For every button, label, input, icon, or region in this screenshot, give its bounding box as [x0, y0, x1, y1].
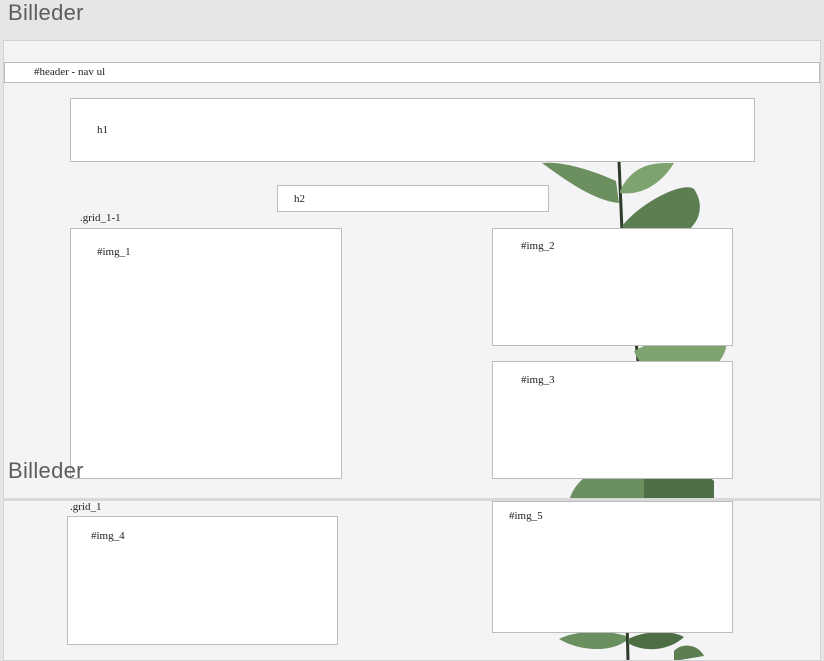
- img-3-label: #img_3: [521, 374, 555, 386]
- img-2-label: #img_2: [521, 240, 555, 252]
- img-1-box[interactable]: #img_1: [70, 228, 342, 479]
- artboard-title: Billeder: [8, 0, 84, 25]
- grid-label-2: .grid_1: [70, 501, 102, 513]
- artboard-billeder-1[interactable]: #header - nav ul h1 h2 .grid_1-1 #img_1 …: [3, 40, 821, 500]
- img-1-label: #img_1: [97, 246, 131, 258]
- header-nav-box[interactable]: #header - nav ul: [4, 62, 820, 83]
- artboard-billeder-2[interactable]: .grid_1 #img_4 #img_5: [3, 501, 821, 661]
- h2-box[interactable]: h2: [277, 185, 549, 212]
- h1-label: h1: [97, 124, 108, 136]
- grid-label: .grid_1-1: [80, 212, 121, 224]
- header-nav-label: #header - nav ul: [34, 66, 106, 78]
- h1-box[interactable]: h1: [70, 98, 755, 162]
- artboard-title-2: Billeder: [8, 458, 84, 483]
- img-4-label: #img_4: [91, 530, 125, 542]
- img-5-label: #img_5: [509, 510, 543, 522]
- img-4-box[interactable]: #img_4: [67, 516, 338, 645]
- img-5-box[interactable]: #img_5: [492, 501, 733, 633]
- h2-label: h2: [294, 193, 305, 205]
- img-3-box[interactable]: #img_3: [492, 361, 733, 479]
- img-2-box[interactable]: #img_2: [492, 228, 733, 346]
